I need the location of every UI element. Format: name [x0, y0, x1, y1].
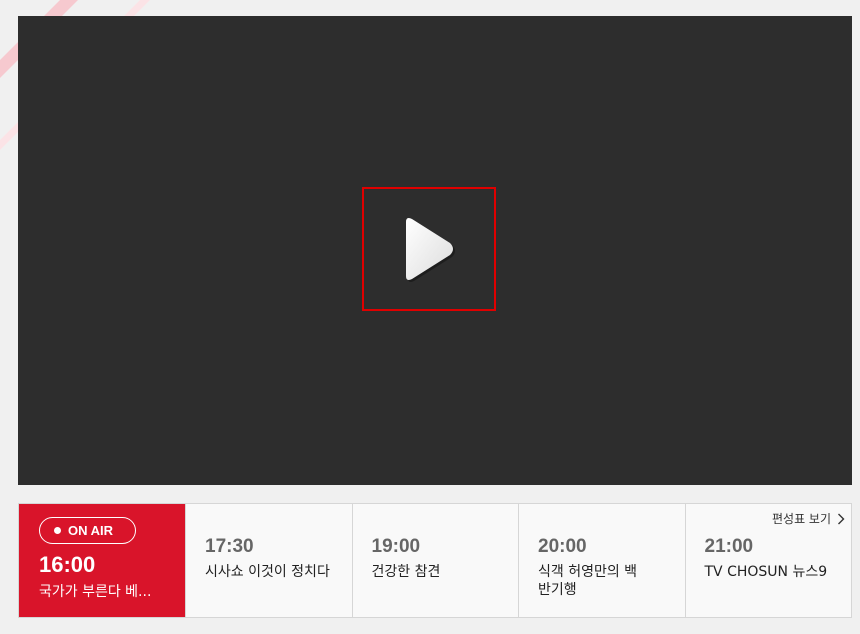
schedule-item-title: TV CHOSUN 뉴스9	[704, 564, 828, 580]
page: ON AIR 16:00 국가가 부른다 베... 17:30 시사쇼 이것이 …	[0, 0, 860, 634]
schedule-link-label: 편성표 보기	[771, 512, 831, 526]
onair-time: 16:00	[39, 552, 96, 577]
play-icon	[406, 218, 455, 282]
schedule-link[interactable]: 편성표 보기	[772, 510, 845, 527]
schedule-item-time: 19:00	[371, 536, 421, 557]
schedule-item-title: 시사쇼 이것이 정치다	[205, 564, 330, 580]
schedule-item[interactable]: 17:30 시사쇼 이것이 정치다	[185, 504, 352, 617]
live-dot-icon	[54, 527, 61, 534]
schedule-item-time: 20:00	[538, 536, 587, 557]
play-button[interactable]	[362, 187, 496, 311]
onair-badge-label: ON AIR	[68, 523, 114, 538]
chevron-right-icon	[838, 513, 845, 524]
broadcast-schedule: ON AIR 16:00 국가가 부른다 베... 17:30 시사쇼 이것이 …	[18, 503, 852, 618]
onair-panel[interactable]: ON AIR 16:00 국가가 부른다 베...	[19, 504, 185, 617]
schedule-item-title: 식객 허영만의 백반기행	[538, 564, 638, 598]
onair-title: 국가가 부른다 베...	[39, 584, 152, 600]
schedule-item[interactable]: 19:00 건강한 참견	[351, 504, 518, 617]
video-player[interactable]	[18, 16, 852, 485]
onair-badge: ON AIR	[39, 517, 137, 544]
schedule-item[interactable]: 편성표 보기 21:00 TV CHOSUN 뉴스9	[684, 504, 851, 617]
schedule-item-time: 17:30	[205, 536, 254, 557]
schedule-item[interactable]: 20:00 식객 허영만의 백반기행	[518, 504, 685, 617]
schedule-item-time: 21:00	[704, 536, 754, 557]
schedule-item-title: 건강한 참견	[371, 564, 441, 580]
